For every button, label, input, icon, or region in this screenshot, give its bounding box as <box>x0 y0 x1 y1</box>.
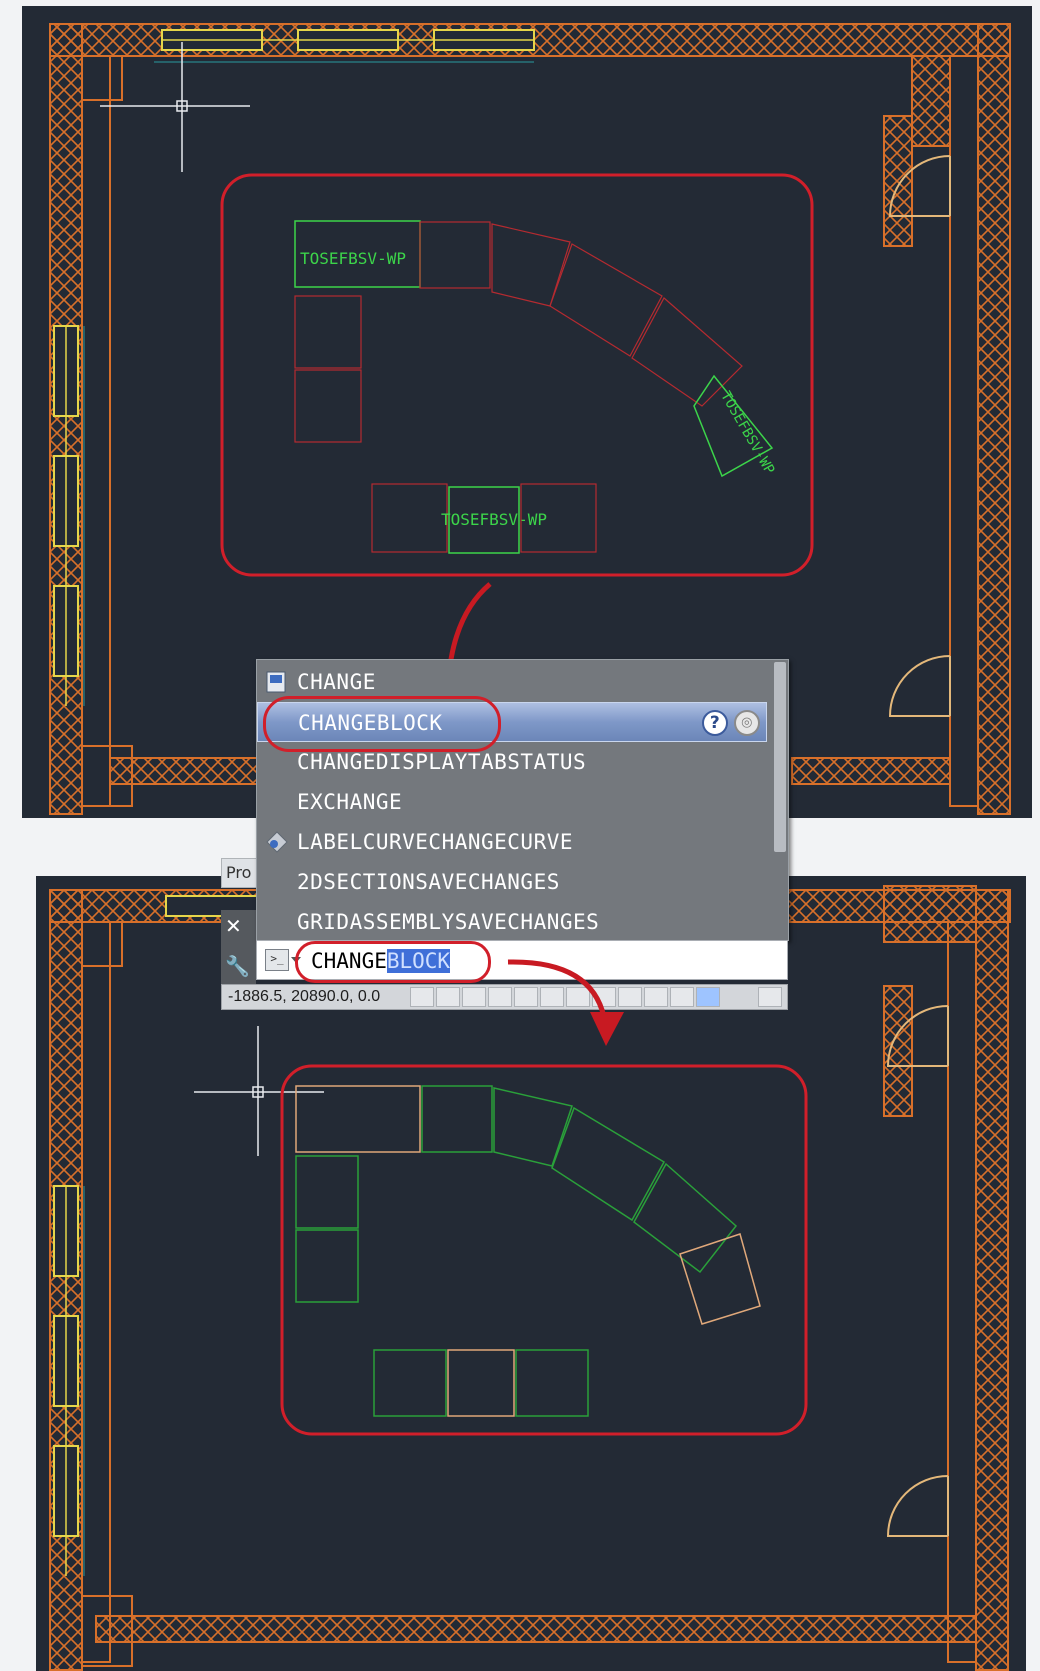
menu-icon[interactable] <box>758 987 782 1007</box>
autocomplete-item-gridassemblysavechanges[interactable]: GRIDASSEMBLYSAVECHANGES <box>257 902 767 942</box>
autocomplete-item-label: CHANGE <box>297 670 376 694</box>
autocomplete-item-label: 2DSECTIONSAVECHANGES <box>297 870 560 894</box>
command-prompt-icon[interactable]: >_ <box>265 949 289 971</box>
autocomplete-item-label: CHANGEDISPLAYTABSTATUS <box>297 750 587 774</box>
autocomplete-scrollbar[interactable] <box>774 662 786 852</box>
block-label-1: TOSEFBSV-WP <box>300 249 406 268</box>
help-icon[interactable]: ? <box>702 710 728 736</box>
command-icon <box>266 671 286 693</box>
infer-constraints-icon[interactable] <box>410 987 434 1007</box>
door-arc-2 <box>888 655 951 717</box>
block-label-3: TOSEFBSV-WP <box>441 510 547 529</box>
autocomplete-item-label: LABELCURVECHANGECURVE <box>297 830 574 854</box>
callout-arrow <box>507 959 624 1046</box>
callout-oval-changeblock <box>263 696 501 752</box>
properties-tab-label: Pro <box>226 863 252 882</box>
gear-diamond-icon <box>266 831 288 853</box>
callout-oval-command <box>295 941 491 983</box>
autocomplete-item-exchange[interactable]: EXCHANGE <box>257 782 767 822</box>
dyn-icon[interactable] <box>644 987 668 1007</box>
grid-icon[interactable] <box>462 987 486 1007</box>
web-search-icon[interactable]: ◎ <box>734 710 760 736</box>
lineweight-icon[interactable] <box>670 987 694 1007</box>
autocomplete-item-label: GRIDASSEMBLYSAVECHANGES <box>297 910 600 934</box>
autocomplete-item-labelcurvechangecurve[interactable]: LABELCURVECHANGECURVE <box>257 822 767 862</box>
transparency-icon[interactable] <box>696 987 720 1007</box>
command-autocomplete-list: CHANGE CHANGEBLOCK ? ◎ CHANGEDISPLAYTABS… <box>256 659 789 941</box>
command-panel-side: ✕ 🔧 <box>221 910 256 992</box>
autocomplete-item-label: EXCHANGE <box>297 790 403 814</box>
wrench-icon[interactable]: 🔧 <box>225 954 250 978</box>
autocomplete-item-2dsectionsavechanges[interactable]: 2DSECTIONSAVECHANGES <box>257 862 767 902</box>
properties-tab-stub[interactable]: Pro <box>221 858 257 888</box>
close-icon[interactable]: ✕ <box>225 914 242 938</box>
wall-right <box>977 23 1011 815</box>
coordinate-readout: -1886.5, 20890.0, 0.0 <box>228 988 381 1005</box>
block-label-2: TOSEFBSV-WP <box>717 389 777 477</box>
highlight-box-after <box>280 1064 808 1436</box>
snap-icon[interactable] <box>436 987 460 1007</box>
